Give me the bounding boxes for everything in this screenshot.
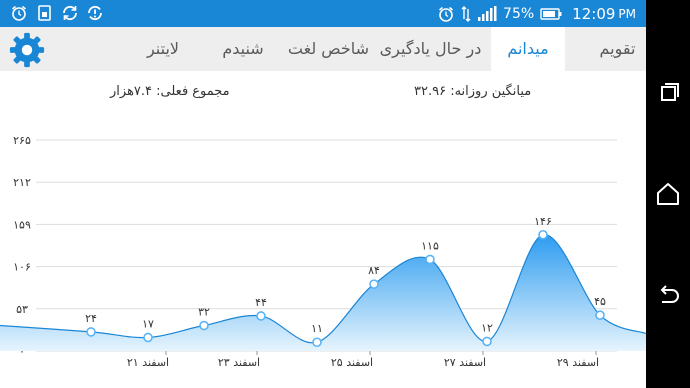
data-label: ۱۴۶ <box>534 215 552 228</box>
data-point[interactable] <box>369 279 379 289</box>
tab-learning[interactable]: در حال یادگیری <box>373 27 488 71</box>
clock-ampm: PM <box>618 6 636 21</box>
sim-icon <box>38 5 51 21</box>
daily-average: میانگین روزانه: ۳۲.۹۶ <box>414 84 532 99</box>
x-tick-label: ۲۹ اسفند <box>557 356 599 369</box>
tab-leitner[interactable]: لایتنر <box>126 27 200 71</box>
alarm-icon <box>439 6 454 22</box>
battery-percent: 75% <box>503 5 535 22</box>
data-label: ۸۴ <box>368 264 380 277</box>
data-label: ۴۵ <box>594 295 606 308</box>
y-tick-label: ۲۶۵ <box>13 134 31 147</box>
current-total: مجموع فعلی: ۷.۴هزار <box>110 84 230 99</box>
y-tick-label: ۱۵۹ <box>13 218 31 231</box>
data-point[interactable] <box>482 336 492 347</box>
tab-calendar[interactable]: تقویم <box>589 27 646 71</box>
data-point[interactable] <box>143 332 153 343</box>
tab-heard[interactable]: شنیدم <box>203 27 283 71</box>
y-tick-label: ۱۰۶ <box>13 261 31 274</box>
data-label: ۱۲ <box>481 321 493 334</box>
data-label: ۱۱ <box>311 322 323 335</box>
data-label: ۱۱۵ <box>421 239 439 252</box>
status-right: 75% 12:09 PM <box>437 0 636 27</box>
signal-icon <box>478 5 497 21</box>
back-icon[interactable] <box>653 281 683 311</box>
data-point[interactable] <box>199 320 209 331</box>
data-label: ۴۴ <box>255 296 267 309</box>
x-tick-label: ۲۳ اسفند <box>218 356 260 369</box>
data-point[interactable] <box>425 254 435 265</box>
recent-apps-icon[interactable] <box>653 76 683 106</box>
data-point[interactable] <box>595 310 605 320</box>
data-label: ۱۷ <box>142 317 154 330</box>
tab-word-index[interactable]: شاخص لغت <box>285 27 372 71</box>
tab-bar: تقویم میدانم در حال یادگیری شاخص لغت شنی… <box>0 27 646 71</box>
gear-icon[interactable] <box>8 31 46 69</box>
alarm-icon <box>11 5 27 21</box>
data-label: ۳۲ <box>198 306 210 319</box>
battery-icon <box>540 7 562 20</box>
chart: ۰۵۳۱۰۶۱۵۹۲۱۲۲۶۵ ۲۴ ۱۷۳۲۴۴۱۱۸۴۱۱۵۱۲۱۴۶۴۵ ۲… <box>0 134 646 369</box>
app-window: 75% 12:09 PM تقویم میدانم در حال یادگیری… <box>0 0 646 388</box>
tab-known[interactable]: میدانم <box>491 27 565 71</box>
x-tick-label: ۲۷ اسفند <box>444 356 486 369</box>
status-bar: 75% 12:09 PM <box>0 0 646 27</box>
sync-problem-icon <box>88 5 102 21</box>
data-point[interactable] <box>86 327 96 337</box>
x-tick-label: ۲۵ اسفند <box>331 356 373 369</box>
data-point[interactable] <box>256 311 266 321</box>
data-arrows-icon <box>461 5 471 22</box>
sync-icon <box>63 5 77 21</box>
area-fill <box>0 234 646 351</box>
clock-time: 12:09 <box>572 4 616 23</box>
navigation-bar <box>646 0 690 388</box>
home-icon[interactable] <box>653 179 683 209</box>
x-tick-label: ۲۱ اسفند <box>127 356 169 369</box>
data-label: ۲۴ <box>85 312 97 325</box>
data-point[interactable] <box>312 337 322 348</box>
data-point[interactable] <box>538 229 548 240</box>
y-tick-label: ۲۱۲ <box>13 176 31 189</box>
y-tick-label: ۵۳ <box>16 303 28 316</box>
